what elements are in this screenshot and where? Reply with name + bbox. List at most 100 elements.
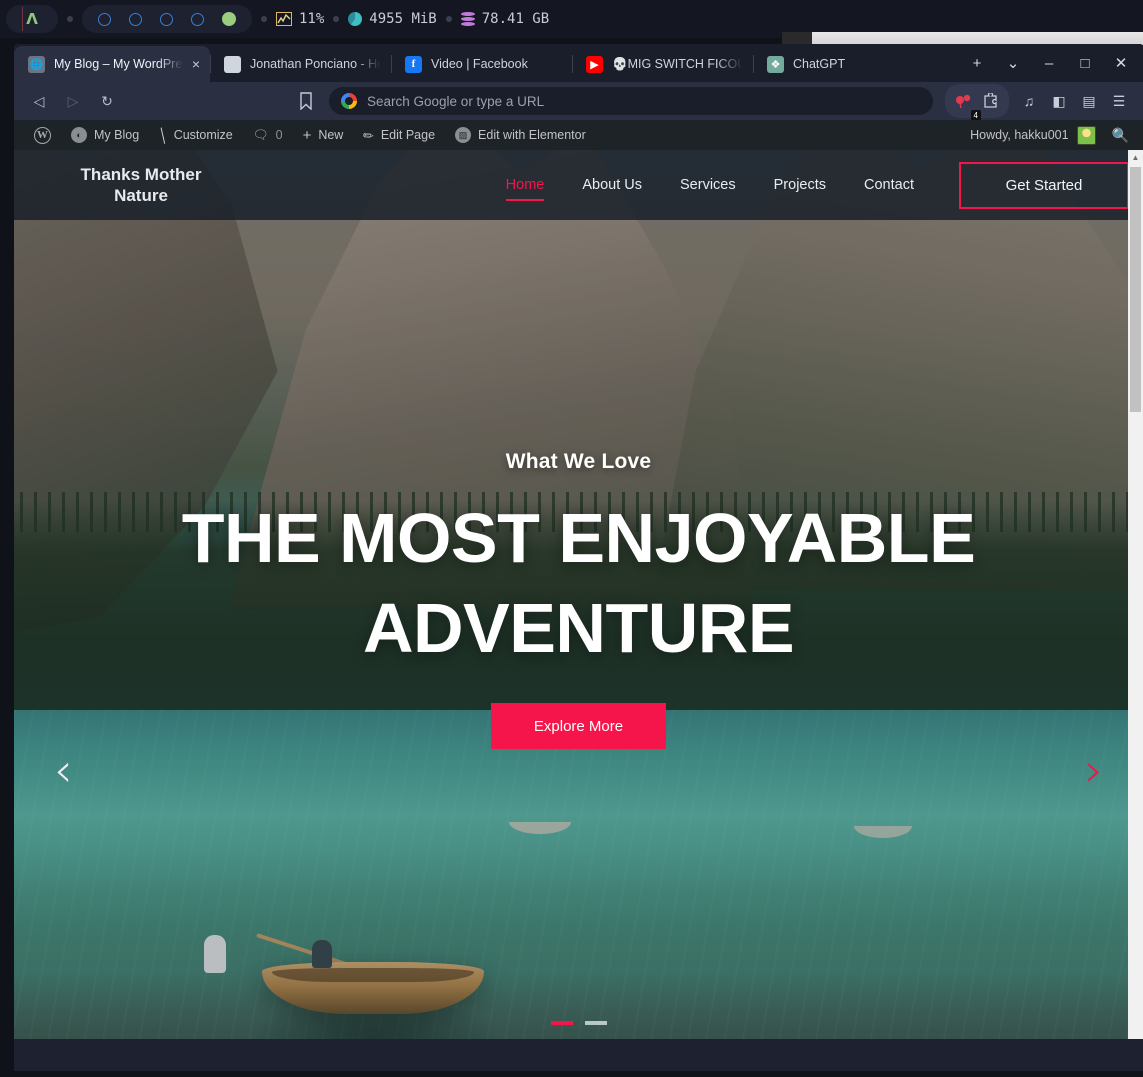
nav-item-projects[interactable]: Projects [755,177,845,193]
hero-content: What We Love THE MOST ENJOYABLE ADVENTUR… [14,450,1143,750]
slider-dot-2[interactable] [584,1021,607,1025]
comments-count: 0 [275,128,283,142]
dashboard-icon: ◐ [71,127,87,143]
nav-item-about-us[interactable]: About Us [563,177,661,193]
slider-prev-arrow-icon[interactable]: ‹ [54,747,72,793]
page-scrollbar[interactable]: ▲ [1128,150,1143,1039]
hero-eyebrow: What We Love [505,450,652,473]
google-icon [341,93,357,109]
explore-more-button[interactable]: Explore More [491,703,666,750]
scrollbar-thumb[interactable] [1130,167,1141,412]
address-bar[interactable]: Search Google or type a URL [329,87,933,115]
browser-tab[interactable]: Jonathan Ponciano - Home [210,46,391,82]
tab-strip-actions: + ⌄ – □ ✕ [959,44,1143,82]
admin-bar-edit-with-elementor[interactable]: ▨ Edit with Elementor [445,120,596,150]
elementor-label: Edit with Elementor [478,128,586,142]
tab-title: Jonathan Ponciano - Home [250,57,381,71]
workspace-tag-2[interactable] [129,12,142,26]
wordpress-admin-bar: W ◐ My Blog ╱ Customize 🗨 0 + New ✎ Edit… [14,120,1143,150]
admin-bar-customize[interactable]: ╱ Customize [149,120,243,150]
separator-dot [67,16,73,22]
horizontal-scroll-area [14,1071,1143,1077]
memory-value: 4955 MiB [369,11,437,27]
music-icon[interactable]: ♫ [1015,87,1043,115]
bookmark-icon[interactable] [299,92,313,110]
brush-icon: ╱ [155,127,171,144]
side-panel-icon[interactable]: ◧ [1045,87,1073,115]
workspace-tag-list[interactable] [82,5,252,33]
wordpress-icon: W [34,126,51,144]
minimize-button[interactable]: – [1031,44,1067,82]
get-started-button[interactable]: Get Started [959,161,1129,209]
browser-tab-active[interactable]: 🌐 My Blog – My WordPress… × [14,46,210,82]
site-title-line-1: Thanks Mother [80,164,202,184]
workspace-tag-3[interactable] [160,12,173,26]
slider-next-arrow-icon[interactable]: › [1085,747,1103,793]
back-button[interactable]: ◁ [24,86,54,116]
tab-title: ChatGPT [793,57,846,71]
memory-widget: 4955 MiB [348,11,437,27]
primary-navigation: Home About Us Services Projects Contact [487,177,933,201]
scrollbar-up-arrow-icon[interactable]: ▲ [1128,150,1143,165]
admin-bar-account[interactable]: Howdy, hakku001 🔍 [970,125,1133,145]
separator-dot-4 [445,16,452,22]
workspace-tag-5-active[interactable] [222,12,236,26]
globe-icon: 🌐 [28,55,45,73]
workspace-tag-4[interactable] [191,12,204,26]
tab-title: 💀MIG SWITCH FICOU INU [612,56,743,71]
customize-label: Customize [173,128,233,142]
elementor-icon: ▨ [455,127,472,143]
launcher-divider [22,7,23,31]
admin-bar-site-name[interactable]: ◐ My Blog [61,120,149,150]
browser-tab-strip: 🌐 My Blog – My WordPress… × Jonathan Pon… [14,44,1143,82]
nav-item-services[interactable]: Services [661,177,755,193]
admin-bar-edit-page[interactable]: ✎ Edit Page [353,120,445,150]
slider-dot-1[interactable] [550,1021,573,1025]
menu-icon[interactable]: ☰ [1105,87,1133,115]
disk-value: 78.41 GB [481,11,550,27]
hero-title-line-1: THE MOST ENJOYABLE [181,499,976,577]
wallet-icon[interactable]: ▤ [1075,87,1103,115]
close-window-button[interactable]: ✕ [1103,44,1139,82]
workspace-tag-1[interactable] [98,12,111,26]
site-header: Thanks Mother Nature Home About Us Servi… [14,150,1143,220]
howdy-greeting: Howdy, hakku001 [970,128,1069,142]
extension-puzzle-active-icon[interactable]: 4 [953,87,981,121]
browser-tab[interactable]: f Video | Facebook [391,46,572,82]
browser-tab[interactable]: ❖ ChatGPT [753,46,934,82]
tab-title: My Blog – My WordPress… [54,57,183,71]
person-icon [224,55,241,73]
hero-title: THE MOST ENJOYABLE ADVENTURE [14,494,1143,673]
edit-page-label: Edit Page [380,128,436,142]
search-icon[interactable]: 🔍 [1112,127,1129,144]
separator-dot-3 [333,16,340,22]
site-logo-title[interactable]: Thanks Mother Nature [56,164,226,207]
tab-list-button[interactable]: ⌄ [995,44,1031,82]
browser-tab[interactable]: ▶ 💀MIG SWITCH FICOU INU [572,46,753,82]
disk-widget: 78.41 GB [460,11,550,27]
comment-icon: 🗨 [252,127,269,142]
site-title-line-2: Nature [114,186,168,205]
new-tab-button[interactable]: + [959,44,995,82]
browser-window: 🌐 My Blog – My WordPress… × Jonathan Pon… [14,44,1143,1077]
slider-pagination [14,1021,1143,1025]
hero-slider: Thanks Mother Nature Home About Us Servi… [14,150,1143,1039]
nav-item-contact[interactable]: Contact [845,177,933,193]
nav-item-home[interactable]: Home [487,177,564,201]
maximize-button[interactable]: □ [1067,44,1103,82]
cpu-value: 11% [299,11,325,27]
disk-stack-icon [460,12,475,26]
forward-button[interactable]: ▷ [58,86,88,116]
site-name-label: My Blog [94,128,140,142]
wordpress-logo-item[interactable]: W [24,120,61,150]
reload-button[interactable]: ↻ [92,86,122,116]
extension-puzzle-icon[interactable] [979,87,1001,115]
cpu-widget: 11% [276,11,324,27]
extensions-group: 4 [945,84,1009,121]
tab-title: Video | Facebook [431,57,528,71]
admin-bar-new[interactable]: + New [293,120,354,150]
close-icon[interactable]: × [192,57,200,71]
avatar [1076,125,1096,145]
admin-bar-comments[interactable]: 🗨 0 [243,120,293,150]
arch-logo-icon[interactable]: Λ [6,5,58,33]
